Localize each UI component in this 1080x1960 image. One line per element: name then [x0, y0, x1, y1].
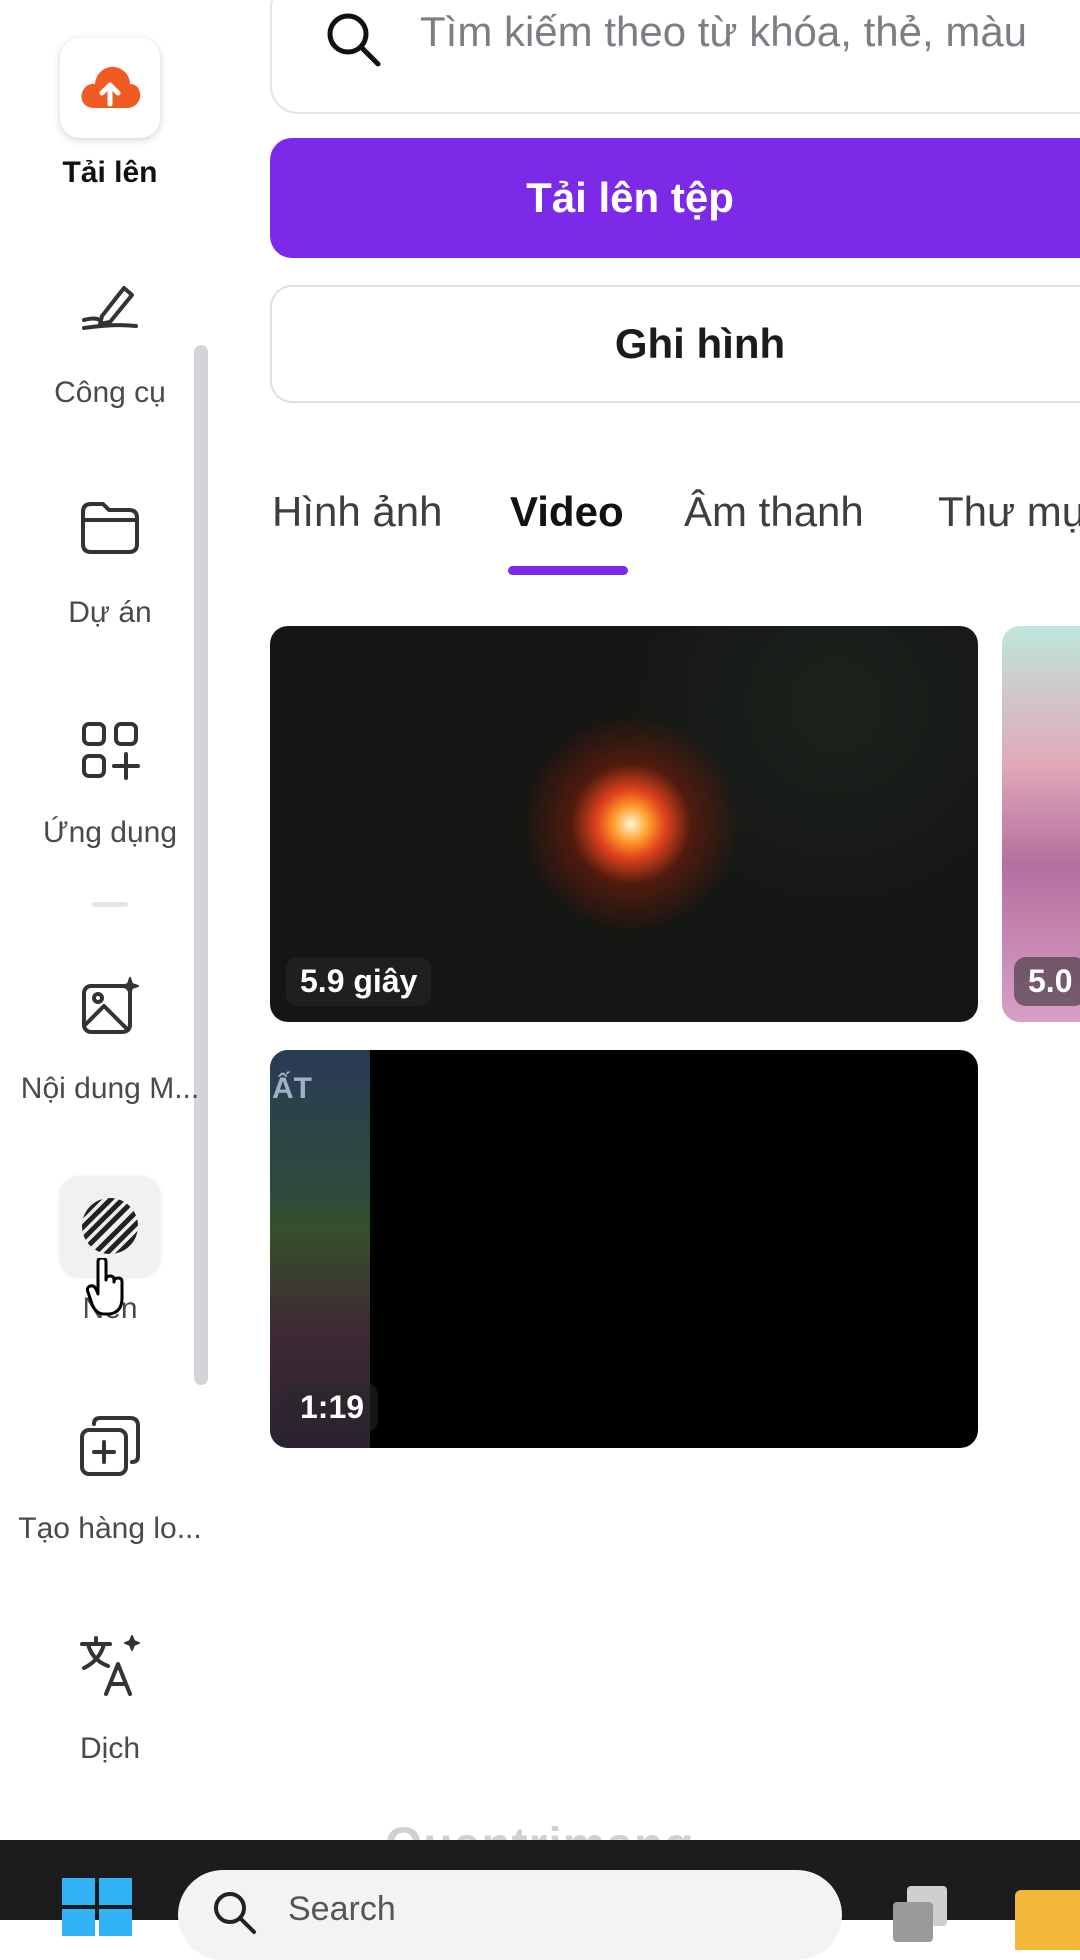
left-sidebar: Tải lên Công cụ Dự án Ứng dụng Nội dung … — [0, 0, 220, 1840]
active-tab-indicator — [508, 566, 628, 575]
sidebar-item-label: Nội dung M... — [20, 1072, 200, 1105]
windows-start-icon[interactable] — [62, 1878, 134, 1938]
tab-folders[interactable]: Thư mụ — [938, 488, 1080, 536]
task-view-icon[interactable] — [885, 1882, 955, 1952]
sidebar-scrollbar[interactable] — [194, 345, 208, 1385]
video-frame-caption: ẤT — [272, 1072, 312, 1105]
upload-file-button[interactable]: Tải lên tệp — [270, 138, 1080, 258]
pen-tool-icon — [60, 256, 160, 356]
sidebar-divider — [92, 902, 128, 907]
duration-badge: 5.0 — [1014, 957, 1080, 1006]
hand-cursor-icon — [85, 1256, 126, 1321]
sidebar-item-label: Dự án — [68, 596, 152, 629]
video-thumbnail[interactable]: 5.9 giây — [270, 626, 978, 1022]
tab-images[interactable]: Hình ảnh — [272, 488, 442, 536]
taskbar: Search — [0, 1840, 1080, 1960]
sidebar-item-label: Ứng dụng — [42, 816, 178, 849]
video-thumbnail[interactable]: 5.0 — [1002, 626, 1080, 1022]
translate-icon — [60, 1616, 160, 1716]
search-icon — [210, 1888, 258, 1941]
taskbar-search-placeholder: Search — [288, 1890, 396, 1928]
search-input[interactable]: Tìm kiếm theo từ khóa, thẻ, màu — [270, 0, 1080, 114]
apps-grid-icon — [60, 700, 160, 800]
tab-audio[interactable]: Âm thanh — [684, 488, 864, 536]
sidebar-item-label: Tải lên — [62, 156, 158, 189]
duration-badge: 1:19 — [286, 1383, 379, 1432]
bulk-create-icon — [60, 1396, 160, 1496]
file-explorer-icon[interactable] — [1015, 1890, 1080, 1950]
taskbar-search[interactable]: Search — [178, 1870, 842, 1960]
search-icon — [324, 10, 384, 75]
sidebar-item-label: Dịch — [79, 1732, 140, 1765]
search-placeholder: Tìm kiếm theo từ khóa, thẻ, màu — [420, 8, 1028, 55]
cloud-upload-icon — [60, 38, 160, 138]
folder-icon — [60, 478, 160, 578]
tab-video[interactable]: Video — [510, 488, 624, 536]
sidebar-item-label: Tạo hàng lo... — [18, 1512, 202, 1545]
sidebar-item-label: Công cụ — [54, 376, 166, 409]
duration-badge: 5.9 giây — [286, 957, 432, 1006]
record-button[interactable]: Ghi hình — [270, 285, 1080, 403]
magic-image-icon — [60, 956, 160, 1056]
video-thumbnail[interactable]: ẤT 1:19 — [270, 1050, 978, 1448]
